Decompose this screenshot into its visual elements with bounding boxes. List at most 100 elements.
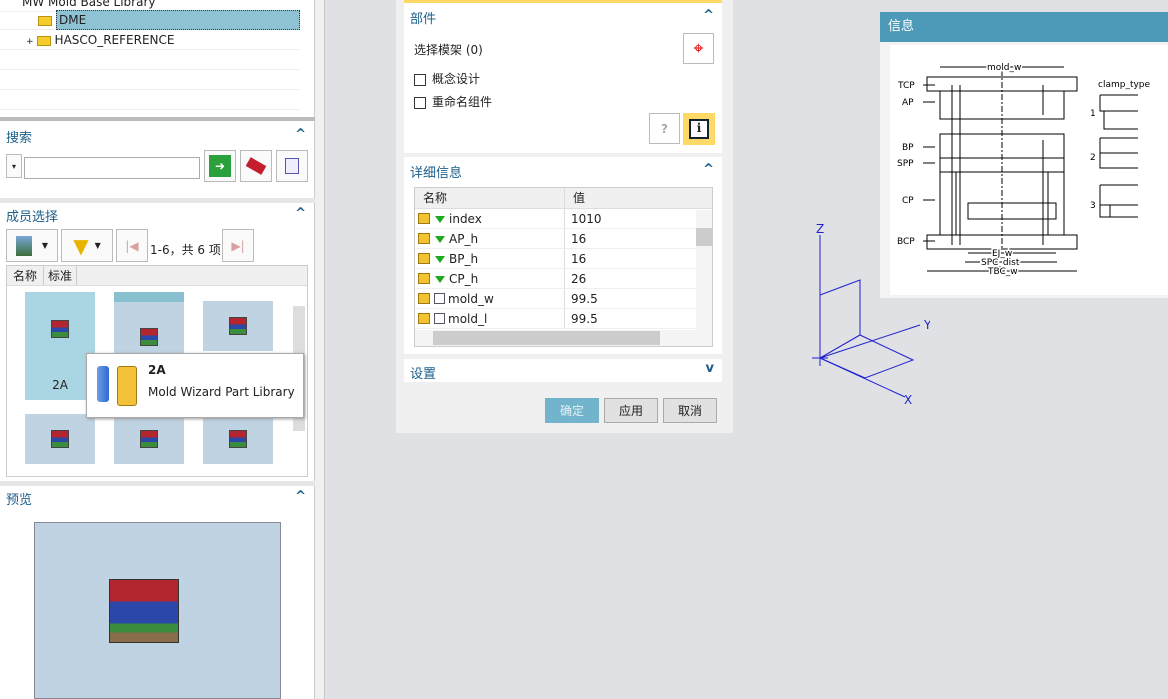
checkbox[interactable] (414, 73, 426, 86)
tree-item-hasco-reference[interactable]: + HASCO_REFERENCE (0, 30, 300, 50)
first-page-button[interactable]: |◀ (116, 229, 148, 262)
arrow-right-icon: ➜ (209, 155, 231, 177)
label-cp: CP (902, 196, 914, 206)
lock-open-icon[interactable] (418, 233, 430, 244)
member-item-2a[interactable]: 2A (25, 292, 95, 400)
triangle-down-icon (435, 236, 445, 243)
checkbox-concept-design[interactable]: 概念设计 (414, 70, 480, 87)
tooltip-title: 2A (148, 363, 166, 377)
mold-base-icon (51, 430, 69, 448)
member-item[interactable] (25, 414, 95, 464)
column-header-value[interactable]: 值 (565, 188, 585, 208)
row-value[interactable]: 99.5 (565, 309, 598, 328)
ok-button[interactable]: 确定 (545, 398, 599, 423)
cancel-button[interactable]: 取消 (663, 398, 717, 423)
lock-open-icon[interactable] (418, 213, 430, 224)
preview-image (34, 522, 281, 699)
row-value[interactable]: 16 (565, 249, 586, 268)
label-ap: AP (902, 98, 914, 108)
view-mode-dropdown[interactable]: ▼ (6, 229, 58, 262)
column-header-standard[interactable]: 标准 (44, 266, 78, 285)
table-row[interactable]: index 1010 (415, 209, 712, 229)
collapse-icon[interactable]: ^ (703, 8, 714, 23)
row-name: index (449, 212, 482, 226)
divider (0, 198, 315, 203)
collapse-icon[interactable]: ^ (295, 489, 306, 504)
mold-base-diagram: TCP AP BP SPP CP BCP mold_w EJ_w SPC_dis… (890, 45, 1168, 295)
list-icon (285, 158, 299, 174)
pin-icon (97, 366, 109, 402)
table-row[interactable]: AP_h 16 (415, 229, 712, 249)
tree-label: HASCO_REFERENCE (54, 33, 175, 47)
parts-title: 部件 (410, 12, 437, 27)
apply-button[interactable]: 应用 (604, 398, 658, 423)
table-row[interactable]: BP_h 16 (415, 249, 712, 269)
details-table: 名称值 index 1010 AP_h 16 BP_h 16 CP_h 26 mold_w 99.… (414, 187, 713, 347)
mold-base-icon (51, 320, 69, 338)
row-value[interactable]: 1010 (565, 209, 602, 228)
checkbox-label: 概念设计 (432, 72, 481, 86)
info-window-title[interactable]: 信息 (880, 12, 1168, 42)
label-clamp-type: clamp_type (1098, 80, 1151, 90)
details-title: 详细信息 (410, 166, 463, 181)
column-header-name[interactable]: 名称 (7, 266, 45, 285)
expression-icon (434, 293, 445, 304)
collapse-icon[interactable]: ^ (295, 127, 306, 142)
select-object-button[interactable]: ⌖ (683, 33, 714, 64)
expand-icon[interactable]: v (706, 361, 714, 376)
label-tcp: TCP (897, 81, 915, 91)
table-row[interactable]: mold_w 99.5 (415, 289, 712, 309)
lock-open-icon[interactable] (418, 313, 430, 324)
mold-base-icon (140, 430, 158, 448)
tree-empty-row (0, 50, 300, 70)
help-icon: ? (661, 121, 668, 136)
label-spp: SPP (897, 159, 914, 169)
settings-panel[interactable]: 设置 v (404, 359, 722, 382)
triangle-down-icon (435, 256, 445, 263)
tree-empty-row (0, 90, 300, 110)
filter-icon: ▼ (73, 233, 89, 258)
help-button[interactable]: ? (649, 113, 680, 144)
folder-icon (36, 35, 51, 46)
info-button[interactable]: i (683, 113, 715, 145)
row-value[interactable]: 99.5 (565, 289, 598, 308)
member-item[interactable] (203, 414, 273, 464)
image-icon (15, 235, 32, 256)
member-label: 2A (52, 378, 68, 392)
search-go-button[interactable]: ➜ (204, 150, 236, 182)
column-header-name[interactable]: 名称 (415, 188, 565, 208)
divider[interactable] (0, 117, 315, 121)
vertical-scrollbar[interactable] (696, 210, 712, 330)
row-value[interactable]: 16 (565, 229, 586, 248)
panel-splitter[interactable] (315, 0, 325, 699)
filter-dropdown[interactable]: ▼ ▼ (61, 229, 113, 262)
expand-icon[interactable]: + (26, 37, 34, 47)
search-list-button[interactable] (276, 150, 308, 182)
collapse-icon[interactable]: ^ (703, 162, 714, 177)
horizontal-scrollbar[interactable] (415, 330, 712, 346)
search-input[interactable] (24, 157, 200, 179)
mold-base-icon (229, 317, 247, 335)
search-type-dropdown[interactable]: ▾ (6, 154, 22, 178)
last-page-button[interactable]: ▶| (222, 229, 254, 262)
triangle-down-icon (435, 216, 445, 223)
tree-label: MW Mold Base Library (22, 0, 156, 9)
label-bcp: BCP (897, 237, 915, 247)
collapse-icon[interactable]: ^ (295, 206, 306, 221)
table-row[interactable]: mold_l 99.5 (415, 309, 712, 329)
settings-title: 设置 (410, 367, 437, 382)
member-item[interactable] (203, 301, 273, 351)
member-item[interactable] (114, 414, 184, 464)
row-value[interactable]: 26 (565, 269, 586, 288)
checkbox-rename-components[interactable]: 重命名组件 (414, 93, 492, 110)
tree-item-dme[interactable]: DME (0, 10, 300, 30)
lock-open-icon[interactable] (418, 253, 430, 264)
eraser-icon (245, 157, 267, 175)
clear-search-button[interactable] (240, 150, 272, 182)
select-mold-label: 选择模架 (0) (414, 43, 483, 57)
lock-open-icon[interactable] (418, 293, 430, 304)
triangle-down-icon (435, 276, 445, 283)
lock-open-icon[interactable] (418, 273, 430, 284)
table-row[interactable]: CP_h 26 (415, 269, 712, 289)
checkbox[interactable] (414, 96, 426, 109)
